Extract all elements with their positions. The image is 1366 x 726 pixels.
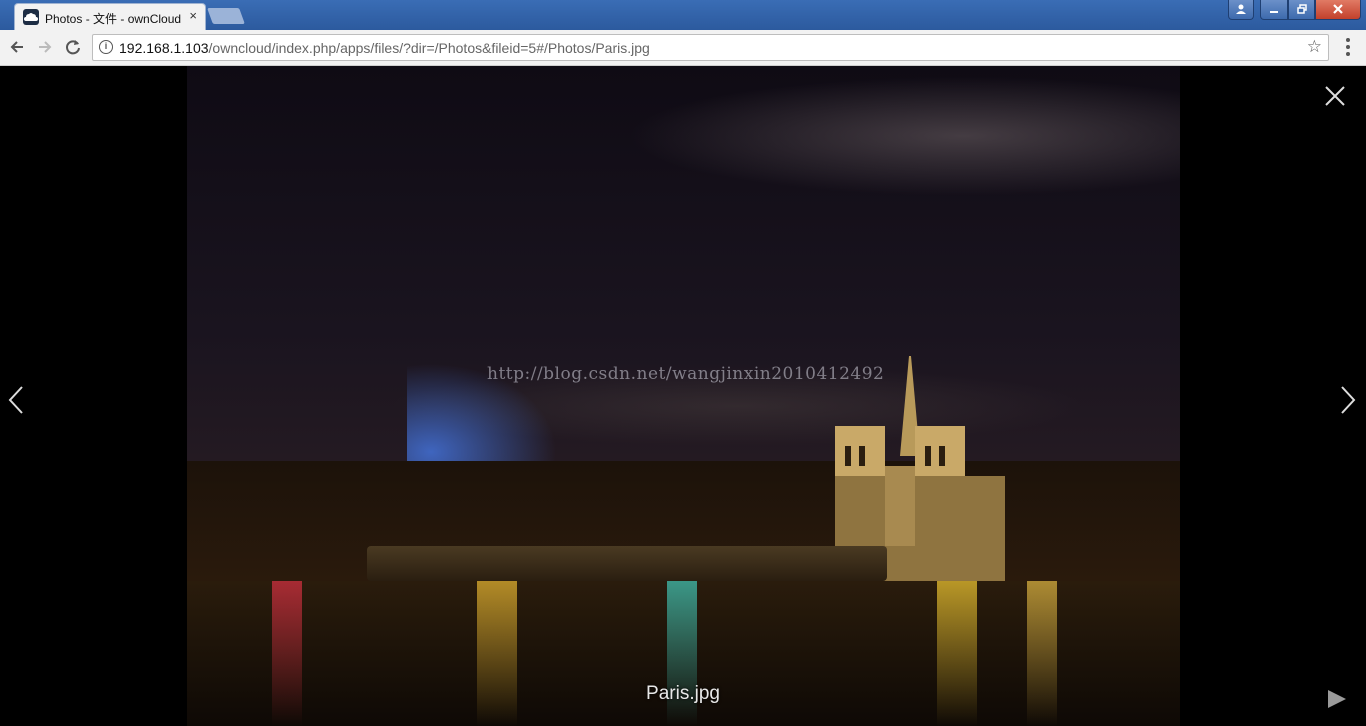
browser-toolbar: i 192.168.1.103/owncloud/index.php/apps/… [0,30,1366,66]
url-text[interactable]: 192.168.1.103/owncloud/index.php/apps/fi… [119,40,650,56]
menu-icon[interactable] [1340,38,1356,58]
watermark: http://blog.csdn.net/wangjinxin201041249… [487,364,885,384]
owncloud-favicon [23,9,39,25]
url-path: /owncloud/index.php/apps/files/?dir=/Pho… [208,40,650,56]
close-icon[interactable] [1322,83,1348,109]
photo-bridge [367,546,887,581]
play-icon[interactable] [1326,688,1348,710]
tab-title: Photos - 文件 - ownCloud [45,12,181,26]
photo-cloud [627,76,1180,196]
tab-close-icon[interactable]: × [189,8,197,23]
new-tab-button[interactable] [207,8,245,24]
profile-button[interactable] [1228,0,1254,20]
file-name-caption: Paris.jpg [646,683,720,704]
reload-icon[interactable] [62,36,84,58]
photo: http://blog.csdn.net/wangjinxin201041249… [187,66,1180,726]
forward-arrow-icon[interactable] [34,36,56,58]
restore-button[interactable] [1288,0,1315,20]
window-close-button[interactable] [1315,0,1361,20]
browser-tab[interactable]: Photos - 文件 - ownCloud × [14,3,206,30]
back-arrow-icon[interactable] [6,36,28,58]
url-host: 192.168.1.103 [119,40,209,56]
image-viewer: http://blog.csdn.net/wangjinxin201041249… [0,66,1366,726]
chevron-left-icon[interactable] [6,384,28,416]
minimize-button[interactable] [1260,0,1288,20]
chevron-right-icon[interactable] [1336,384,1358,416]
info-icon[interactable]: i [99,40,113,54]
address-bar[interactable]: i 192.168.1.103/owncloud/index.php/apps/… [92,34,1329,61]
browser-titlebar: Photos - 文件 - ownCloud × [0,0,1366,30]
star-icon[interactable]: ☆ [1307,37,1322,57]
